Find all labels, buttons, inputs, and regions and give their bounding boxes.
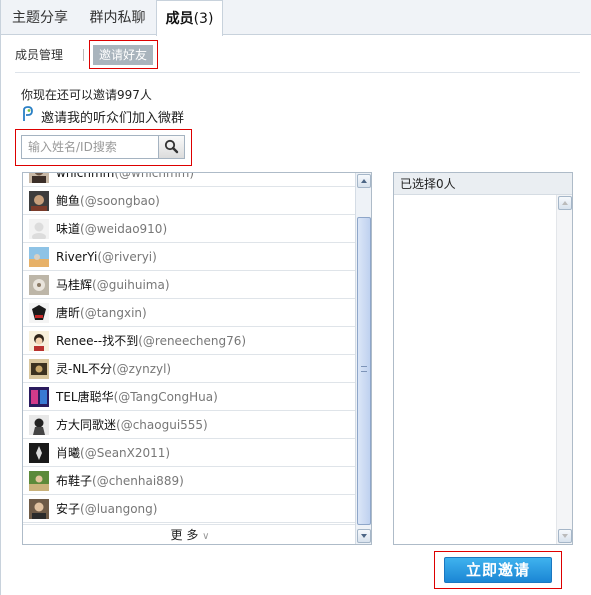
member-row[interactable]: 灵-NL不分(@zynzyl) — [23, 355, 357, 383]
member-row[interactable]: 布鞋子(@chenhai889) — [23, 467, 357, 495]
tab-label: 主题分享 — [12, 10, 68, 26]
selected-members-panel: 已选择0人 — [393, 172, 573, 545]
tab-private-chat[interactable]: 群内私聊 — [79, 0, 156, 35]
highlight-box-search — [15, 129, 192, 166]
member-name: 布鞋子(@chenhai889) — [56, 474, 184, 488]
member-row[interactable]: 方大同歌迷(@chaogui555) — [23, 411, 357, 439]
member-list-scrollbar[interactable] — [355, 173, 371, 544]
scroll-down-arrow[interactable] — [357, 529, 371, 543]
scroll-thumb[interactable] — [357, 217, 371, 525]
avatar — [29, 173, 49, 183]
tab-label: 群内私聊 — [89, 10, 146, 26]
member-name: whichmm(@whichmm) — [56, 172, 195, 180]
member-row[interactable]: 唐昕(@tangxin) — [23, 299, 357, 327]
tab-bar: 主题分享 群内私聊 成员(3) — [0, 0, 591, 36]
scroll-up-arrow[interactable] — [357, 174, 371, 188]
member-name: 味道(@weidao910) — [56, 222, 168, 236]
chevron-down-icon: ∨ — [202, 531, 210, 542]
avatar — [29, 275, 49, 295]
member-row[interactable]: Renee--找不到(@reneecheng76) — [23, 327, 357, 355]
member-name: RiverYi(@riveryi) — [56, 250, 157, 264]
selected-list-scrollbar[interactable] — [556, 195, 572, 544]
load-more-button[interactable]: 更 多 ∨ — [23, 524, 357, 544]
avatar — [29, 247, 49, 267]
invite-quota-text: 你现在还可以邀请997人 — [21, 88, 152, 102]
tab-topic-share[interactable]: 主题分享 — [1, 0, 79, 35]
avatar — [29, 471, 49, 491]
member-row[interactable]: 安子(@luangong) — [23, 495, 357, 523]
section-divider — [15, 72, 580, 73]
member-manage-link[interactable]: 成员管理 — [15, 45, 63, 65]
tab-members[interactable]: 成员(3) — [156, 0, 223, 36]
member-row[interactable]: 味道(@weidao910) — [23, 215, 357, 243]
avatar — [29, 191, 49, 211]
member-row[interactable]: 马桂辉(@guihuima) — [23, 271, 357, 299]
member-name: 灵-NL不分(@zynzyl) — [56, 362, 172, 376]
invite-fans-label: 邀请我的听众们加入微群 — [41, 111, 185, 126]
member-name: 唐昕(@tangxin) — [56, 306, 147, 320]
members-panel: 成员管理 邀请好友 你现在还可以邀请997人 邀请我的听众们加入微群 which… — [0, 35, 591, 595]
member-name: 方大同歌迷(@chaogui555) — [56, 418, 208, 432]
avatar — [29, 359, 49, 379]
selected-count-header: 已选择0人 — [394, 173, 572, 195]
avatar — [29, 303, 49, 323]
sub-nav-divider — [83, 49, 84, 61]
member-row[interactable]: 鲍鱼(@soongbao) — [23, 187, 357, 215]
member-rows: whichmm(@whichmm) 鲍鱼(@soongbao) 味道(@weid… — [23, 172, 357, 523]
avatar — [29, 219, 49, 239]
member-count: (3) — [193, 11, 214, 27]
weibo-p-icon — [23, 106, 33, 121]
highlight-box-invite-button — [434, 551, 562, 589]
member-name: 肖曦(@SeanX2011) — [56, 446, 171, 460]
member-name: 鲍鱼(@soongbao) — [56, 194, 160, 208]
highlight-box-invite-tab — [89, 40, 158, 69]
member-name: 马桂辉(@guihuima) — [56, 278, 170, 292]
member-row[interactable]: RiverYi(@riveryi) — [23, 243, 357, 271]
scroll-down-arrow[interactable] — [558, 529, 572, 543]
tab-label: 成员 — [165, 11, 194, 27]
avatar — [29, 331, 49, 351]
member-name: TEL唐聪华(@TangCongHua) — [56, 390, 218, 404]
member-row[interactable]: TEL唐聪华(@TangCongHua) — [23, 383, 357, 411]
member-row[interactable]: 肖曦(@SeanX2011) — [23, 439, 357, 467]
load-more-label: 更 多 — [170, 528, 199, 542]
avatar — [29, 415, 49, 435]
member-name: 安子(@luangong) — [56, 502, 158, 516]
member-row[interactable]: whichmm(@whichmm) — [23, 172, 357, 187]
avatar — [29, 443, 49, 463]
scroll-up-arrow[interactable] — [558, 196, 572, 210]
avatar — [29, 499, 49, 519]
member-list[interactable]: whichmm(@whichmm) 鲍鱼(@soongbao) 味道(@weid… — [22, 172, 372, 545]
avatar — [29, 387, 49, 407]
member-name: Renee--找不到(@reneecheng76) — [56, 334, 247, 348]
